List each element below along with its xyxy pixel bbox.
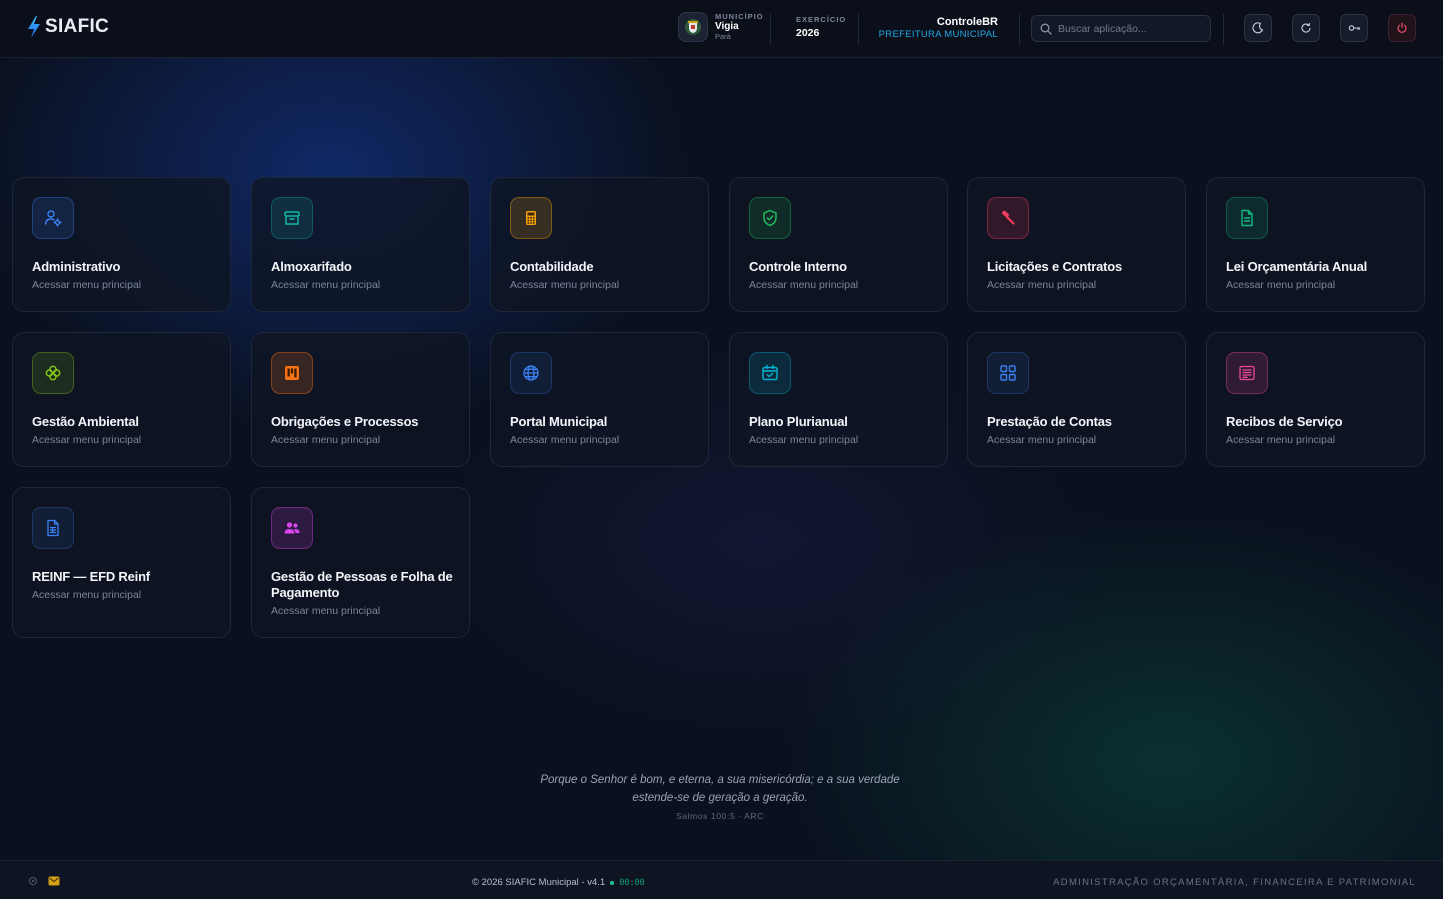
archive-box-icon — [271, 197, 313, 239]
module-subtitle: Acessar menu principal — [32, 589, 142, 601]
module-card-loa[interactable]: Lei Orçamentária Anual Acessar menu prin… — [1206, 177, 1425, 312]
document-icon — [1226, 197, 1268, 239]
module-card-reinf[interactable]: REINF — EFD Reinf Acessar menu principal — [12, 487, 231, 638]
module-card-licitacoes[interactable]: Licitações e Contratos Acessar menu prin… — [967, 177, 1186, 312]
module-title: Licitações e Contratos — [987, 259, 1123, 274]
module-subtitle: Acessar menu principal — [1226, 279, 1336, 291]
module-card-gestao-pessoas[interactable]: Gestão de Pessoas e Folha de Pagamento A… — [251, 487, 470, 638]
module-card-obrigacoes[interactable]: Obrigações e Processos Acessar menu prin… — [251, 332, 470, 467]
search-input[interactable] — [1058, 22, 1198, 35]
module-subtitle: Acessar menu principal — [749, 279, 859, 291]
logout-button[interactable] — [1388, 14, 1416, 42]
settings-icon[interactable] — [28, 876, 38, 886]
bible-quote: Porque o Senhor é bom, e eterna, a sua m… — [540, 774, 900, 804]
exercicio-label: EXERCÍCIO — [796, 15, 847, 24]
module-subtitle: Acessar menu principal — [749, 434, 859, 446]
quote-reference: Salmos 100:5 · ARC — [676, 811, 764, 821]
org-name: ControleBR — [936, 16, 998, 28]
header-divider — [770, 14, 771, 44]
organization-info: ControleBR PREFEITURA MUNICIPAL — [879, 16, 998, 41]
shield-check-icon — [749, 197, 791, 239]
municipio-crest-icon — [678, 12, 708, 42]
clock-text: 00:00 — [619, 877, 645, 888]
module-title: Portal Municipal — [510, 414, 608, 429]
module-card-almoxarifado[interactable]: Almoxarifado Acessar menu principal — [251, 177, 470, 312]
module-subtitle: Acessar menu principal — [32, 434, 142, 446]
user-gear-icon — [32, 197, 74, 239]
module-card-contabilidade[interactable]: Contabilidade Acessar menu principal — [490, 177, 709, 312]
search-icon — [1040, 23, 1052, 35]
refresh-icon — [1301, 22, 1311, 33]
module-card-prestacao-contas[interactable]: Prestação de Contas Acessar menu princip… — [967, 332, 1186, 467]
module-subtitle: Acessar menu principal — [510, 434, 620, 446]
footer: © 2026 SIAFIC Municipal - v4.1 00:00 ADM… — [0, 860, 1443, 899]
change-password-button[interactable] — [1340, 14, 1368, 42]
clover-icon — [32, 352, 74, 394]
copyright-text: © 2026 SIAFIC Municipal - v4.1 — [472, 877, 606, 888]
footer-tagline: ADMINISTRAÇÃO ORÇAMENTÁRIA, FINANCEIRA E… — [1053, 877, 1416, 888]
module-card-controle-interno[interactable]: Controle Interno Acessar menu principal — [729, 177, 948, 312]
module-title: Administrativo — [32, 259, 121, 274]
brand-name: SIAFIC — [45, 16, 110, 37]
gavel-icon — [987, 197, 1029, 239]
module-card-administrativo[interactable]: Administrativo Acessar menu principal — [12, 177, 231, 312]
key-icon — [1348, 25, 1360, 31]
module-title: Gestão Ambiental — [32, 414, 139, 429]
module-subtitle: Acessar menu principal — [32, 279, 142, 291]
header-divider — [858, 14, 859, 44]
file-lines-icon — [32, 507, 74, 549]
module-subtitle: Acessar menu principal — [510, 279, 620, 291]
module-card-portal-municipal[interactable]: Portal Municipal Acessar menu principal — [490, 332, 709, 467]
search-box[interactable] — [1031, 15, 1211, 42]
module-title: Prestação de Contas — [987, 414, 1112, 429]
refresh-button[interactable] — [1292, 14, 1320, 42]
exercicio-selector[interactable]: EXERCÍCIO 2026 — [796, 15, 846, 39]
module-title: Plano Plurianual — [749, 414, 848, 429]
users-icon — [271, 507, 313, 549]
module-card-gestao-ambiental[interactable]: Gestão Ambiental Acessar menu principal — [12, 332, 231, 467]
module-subtitle: Acessar menu principal — [987, 279, 1097, 291]
power-icon — [1397, 22, 1407, 33]
module-card-recibos[interactable]: Recibos de Serviço Acessar menu principa… — [1206, 332, 1425, 467]
module-title: Almoxarifado — [271, 259, 352, 274]
municipio-state: Pará — [715, 31, 731, 41]
module-title: Lei Orçamentária Anual — [1226, 259, 1368, 274]
theme-toggle-button[interactable] — [1244, 14, 1272, 42]
globe-icon — [510, 352, 552, 394]
module-title: Controle Interno — [749, 259, 847, 274]
copyright-area: © 2026 SIAFIC Municipal - v4.1 00:00 — [472, 877, 645, 888]
module-subtitle: Acessar menu principal — [987, 434, 1097, 446]
lightning-icon — [28, 16, 40, 38]
calculator-icon — [510, 197, 552, 239]
header-divider — [1019, 14, 1020, 44]
receipt-icon — [1226, 352, 1268, 394]
municipio-selector[interactable]: MUNICÍPIO Vigia Pará — [678, 12, 764, 42]
module-subtitle: Acessar menu principal — [271, 434, 381, 446]
module-title: REINF — EFD Reinf — [32, 569, 150, 584]
kanban-icon — [271, 352, 313, 394]
top-header: SIAFIC MUNICÍPIO Vigia Pará EXERCÍCIO 20… — [0, 0, 1443, 58]
module-title: Contabilidade — [510, 259, 594, 274]
municipio-label: MUNICÍPIO — [715, 11, 764, 21]
exercicio-value: 2026 — [796, 27, 820, 39]
header-divider — [1223, 14, 1224, 44]
brand-logo[interactable]: SIAFIC — [26, 15, 109, 39]
module-card-plano-plurianual[interactable]: Plano Plurianual Acessar menu principal — [729, 332, 948, 467]
moon-icon — [1252, 22, 1264, 34]
module-subtitle: Acessar menu principal — [271, 605, 381, 617]
module-title: Gestão de Pessoas e Folha de Pagamento — [271, 569, 453, 600]
module-title: Recibos de Serviço — [1226, 414, 1343, 429]
calendar-check-icon — [749, 352, 791, 394]
module-title: Obrigações e Processos — [271, 414, 419, 429]
org-subtitle: PREFEITURA MUNICIPAL — [878, 29, 998, 41]
mail-icon[interactable] — [48, 876, 60, 886]
status-dot-icon — [610, 880, 615, 885]
module-subtitle: Acessar menu principal — [1226, 434, 1336, 446]
grid-icon — [987, 352, 1029, 394]
module-subtitle: Acessar menu principal — [271, 279, 381, 291]
